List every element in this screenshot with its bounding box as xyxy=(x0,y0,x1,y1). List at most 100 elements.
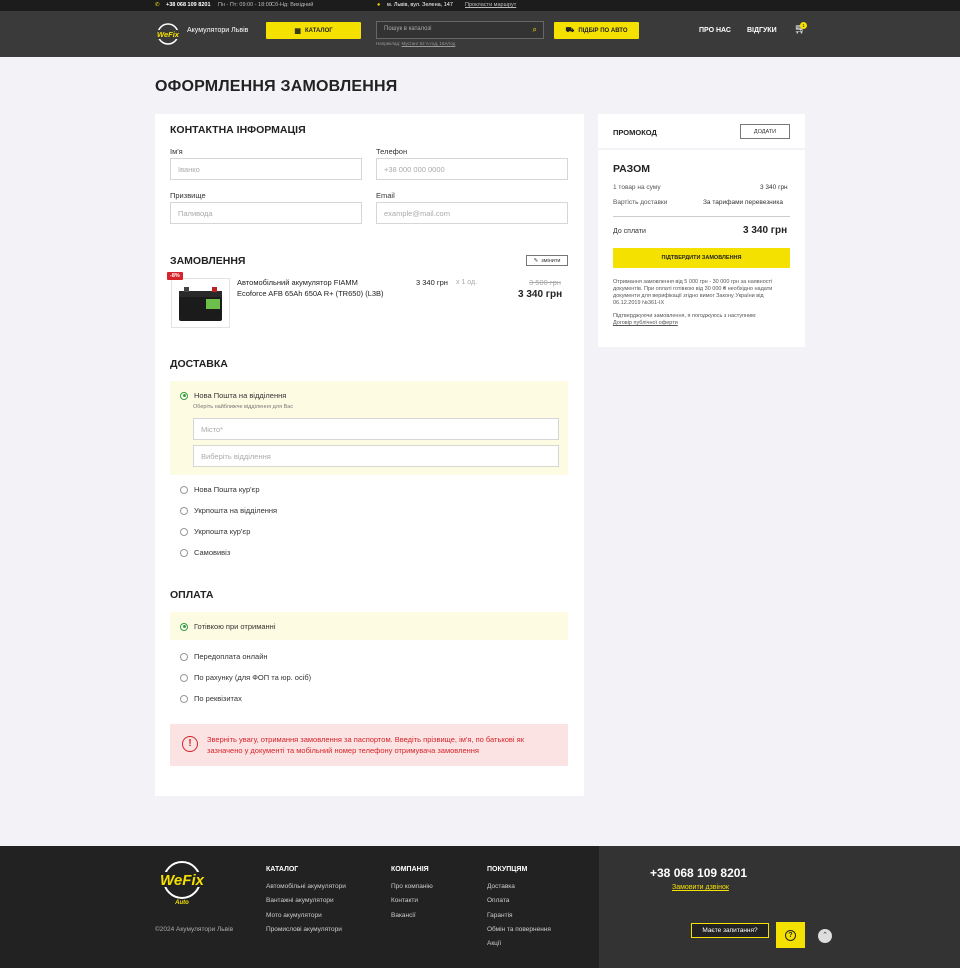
payment-option-online[interactable]: Передоплата онлайн xyxy=(180,652,268,661)
cart-button[interactable]: 🛒︎ 1 xyxy=(794,22,807,35)
car-icon: ⛟ xyxy=(565,27,575,34)
radio[interactable] xyxy=(180,673,188,682)
footer-link[interactable]: Промислові акумулятори xyxy=(266,926,342,933)
email-field[interactable]: example@mail.com xyxy=(376,202,568,224)
footer-catalog-title: КАТАЛОГ xyxy=(266,866,299,873)
product-qty: х 1 од. xyxy=(456,279,478,286)
to-pay-label: До сплати xyxy=(613,228,646,235)
footer-link[interactable]: Про компанію xyxy=(391,883,433,890)
footer-link[interactable]: Вакансії xyxy=(391,912,416,919)
radio[interactable] xyxy=(180,694,188,703)
old-price: 3 500 грн xyxy=(529,278,561,287)
cart-count-badge: 1 xyxy=(800,22,807,29)
payment-option-label: По рахунку (для ФОП та юр. осіб) xyxy=(194,673,312,682)
delivery-hint: Оберіть найближче відділення для Вас xyxy=(193,404,294,410)
svg-text:Auto: Auto xyxy=(174,900,189,906)
delivery-cost-value: За тарифами перевезника xyxy=(703,199,783,206)
promo-add-button[interactable]: ДОДАТИ xyxy=(740,124,790,139)
name-label: Ім'я xyxy=(170,147,183,156)
search-hint-example[interactable]: Мустанг 62 А-год, 15А/год xyxy=(402,41,456,46)
surname-label: Призвище xyxy=(170,191,206,200)
question-icon: ? xyxy=(785,929,796,941)
payment-option-cash[interactable]: Готівкою при отриманні xyxy=(180,622,275,631)
footer-link[interactable]: Автомобільні акумулятори xyxy=(266,883,346,890)
car-pick-button[interactable]: ⛟ ПІДБІР ПО АВТО xyxy=(554,22,639,39)
delivery-option-up-branch[interactable]: Укрпошта на відділення xyxy=(180,506,277,515)
route-link[interactable]: Прокласти маршрут xyxy=(465,2,516,8)
footer-link[interactable]: Оплата xyxy=(487,897,509,904)
offer-link[interactable]: Договір публічної оферти xyxy=(613,320,678,326)
nav-about[interactable]: ПРО НАС xyxy=(699,27,731,34)
delivery-option-pickup[interactable]: Самовивіз xyxy=(180,548,230,557)
search-hint-prefix: Наприклад: xyxy=(376,41,401,46)
delivery-option-label: Самовивіз xyxy=(194,548,231,557)
contact-title: КОНТАКТНА ІНФОРМАЦІЯ xyxy=(170,124,306,136)
catalog-button[interactable]: ▦ КАТАЛОГ xyxy=(266,22,361,39)
help-button[interactable]: ? xyxy=(776,922,805,948)
items-label: 1 товар на суму xyxy=(613,184,661,191)
payment-option-label: Готівкою при отриманні xyxy=(194,622,276,631)
brand-name: Акумулятори Львів xyxy=(187,27,249,34)
surname-field[interactable]: Паливода xyxy=(170,202,362,224)
footer-phone[interactable]: +38 068 109 8201 xyxy=(650,866,747,880)
footer-company-title: КОМПАНІЯ xyxy=(391,866,429,873)
city-field[interactable]: Місто* xyxy=(193,418,559,440)
delivery-option-label: Нова Пошта на відділення xyxy=(194,391,287,400)
search-input[interactable]: Пошук в каталозі ⌕ xyxy=(376,21,544,39)
radio[interactable] xyxy=(180,485,188,494)
edit-order-button[interactable]: ✎ змінити xyxy=(526,255,568,266)
question-bubble[interactable]: Маєте запитання? xyxy=(691,923,769,938)
phone-field[interactable]: +38 000 000 0000 xyxy=(376,158,568,180)
footer-link[interactable]: Обмін та повернення xyxy=(487,926,551,933)
copyright: ©2024 Акумулятори Львів xyxy=(155,926,234,933)
delivery-option-up-courier[interactable]: Укрпошта кур'єр xyxy=(180,527,250,536)
payment-option-label: По реквізитах xyxy=(194,694,242,703)
promo-label: ПРОМОКОД xyxy=(613,128,657,137)
radio[interactable] xyxy=(180,506,188,515)
discount-badge: -8% xyxy=(167,272,183,280)
payment-option-label: Передоплата онлайн xyxy=(194,652,268,661)
footer-logo-icon[interactable]: WeFix Auto xyxy=(153,858,211,906)
items-value: 3 340 грн xyxy=(760,184,788,191)
footer xyxy=(0,846,599,968)
delivery-option-np-branch[interactable]: Нова Пошта на відділення xyxy=(180,391,286,400)
summary-title: РАЗОМ xyxy=(613,163,651,175)
callback-link[interactable]: Замовити дзвінок xyxy=(672,884,729,891)
payment-option-requisites[interactable]: По реквізитах xyxy=(180,694,242,703)
radio[interactable] xyxy=(180,527,188,536)
alert-text: Зверніть увагу, отримання замовлення за … xyxy=(207,735,524,755)
footer-link[interactable]: Доставка xyxy=(487,883,515,890)
order-title: ЗАМОВЛЕННЯ xyxy=(170,255,246,267)
scroll-top-button[interactable]: ⌃ xyxy=(818,929,832,943)
top-hours: Пн - Пт: 09:00 - 18:00 xyxy=(218,2,272,8)
car-pick-label: ПІДБІР ПО АВТО xyxy=(578,27,628,34)
radio-checked[interactable] xyxy=(180,622,188,631)
footer-link[interactable]: Мото акумулятори xyxy=(266,912,322,919)
svg-text:WeFix: WeFix xyxy=(157,30,180,39)
top-phone[interactable]: +38 068 109 8201 xyxy=(166,2,211,8)
radio-checked[interactable] xyxy=(180,391,188,400)
radio[interactable] xyxy=(180,548,188,557)
top-weekend: Сб-Нд: Вихідний xyxy=(271,2,314,8)
delivery-option-np-courier[interactable]: Нова Пошта кур'єр xyxy=(180,485,260,494)
payment-option-invoice[interactable]: По рахунку (для ФОП та юр. осіб) xyxy=(180,673,311,682)
search-placeholder: Пошук в каталозі xyxy=(384,26,432,32)
product-image[interactable] xyxy=(171,278,230,328)
name-field[interactable]: Іванко xyxy=(170,158,362,180)
footer-link[interactable]: Акції xyxy=(487,940,501,947)
delivery-title: ДОСТАВКА xyxy=(170,358,228,370)
footer-contacts xyxy=(599,846,960,968)
email-label: Email xyxy=(376,191,395,200)
footer-link[interactable]: Вантажні акумулятори xyxy=(266,897,334,904)
confirm-order-button[interactable]: ПІДТВЕРДИТИ ЗАМОВЛЕННЯ xyxy=(613,248,790,268)
footer-link[interactable]: Контакти xyxy=(391,897,418,904)
wefix-logo-icon[interactable]: WeFix xyxy=(154,22,182,46)
product-name[interactable]: Автомобільний акумулятор FIAMM Ecoforce … xyxy=(237,277,387,299)
radio[interactable] xyxy=(180,652,188,661)
branch-select[interactable]: Виберіть відділення xyxy=(193,445,559,467)
search-icon[interactable]: ⌕ xyxy=(533,25,537,35)
nav-reviews[interactable]: ВІДГУКИ xyxy=(747,27,777,34)
agree-text: Підтверджуючи замовлення, я погоджуюсь з… xyxy=(613,313,757,319)
footer-link[interactable]: Гарантія xyxy=(487,912,513,919)
summary-divider xyxy=(613,216,790,217)
